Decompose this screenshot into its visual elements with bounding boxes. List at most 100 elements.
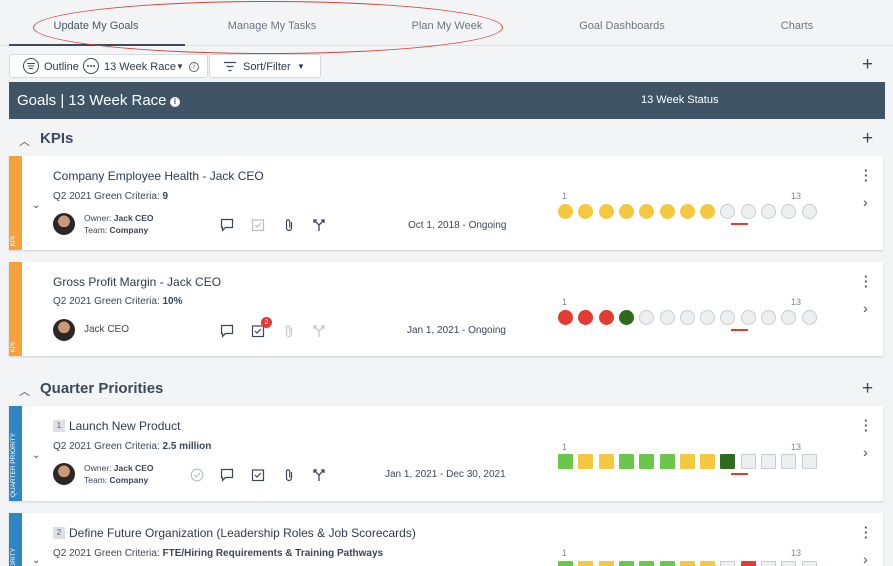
week-status-marker[interactable] xyxy=(639,204,655,219)
week-status-marker[interactable] xyxy=(598,310,614,325)
week-status-marker[interactable] xyxy=(761,310,776,325)
tab-charts[interactable]: Charts xyxy=(741,20,853,32)
task-icon[interactable] xyxy=(251,468,265,482)
align-icon[interactable] xyxy=(312,468,326,482)
week-status-marker[interactable] xyxy=(781,561,797,566)
avatar xyxy=(53,213,75,235)
week-status-marker[interactable] xyxy=(700,561,716,566)
expand-icon[interactable]: ⌄ xyxy=(32,555,40,566)
week-status-marker[interactable] xyxy=(598,454,614,469)
week-status-marker[interactable] xyxy=(558,204,573,219)
week-status-marker[interactable] xyxy=(801,454,817,469)
week-status-marker[interactable] xyxy=(801,310,817,325)
week-status-marker[interactable] xyxy=(781,310,797,325)
attachment-icon[interactable] xyxy=(282,324,296,338)
week-status-marker[interactable] xyxy=(679,561,695,566)
align-icon[interactable] xyxy=(312,324,326,338)
week-status-marker[interactable] xyxy=(679,204,695,219)
goal-title[interactable]: Define Future Organization (Leadership R… xyxy=(69,526,416,540)
more-options-icon[interactable]: · · · xyxy=(864,414,868,437)
view-select[interactable]: 13 Week Race xyxy=(104,61,176,73)
current-week-indicator xyxy=(731,329,748,331)
week-status-marker[interactable] xyxy=(578,310,594,325)
week-status-marker[interactable] xyxy=(659,561,675,566)
week-status-marker[interactable] xyxy=(740,310,756,325)
week-status-marker[interactable] xyxy=(659,454,675,469)
goal-title[interactable]: Launch New Product xyxy=(69,419,180,433)
week-status-marker[interactable] xyxy=(659,310,675,325)
outline-label[interactable]: Outline xyxy=(44,61,79,73)
week-status-marker[interactable] xyxy=(618,454,634,469)
week-status-marker[interactable] xyxy=(639,454,655,469)
week-status-marker[interactable] xyxy=(700,204,716,219)
week-status-marker[interactable] xyxy=(700,454,716,469)
collapse-kpis-icon[interactable]: ︿ xyxy=(19,133,30,149)
week-status-marker[interactable] xyxy=(639,310,655,325)
week-status-marker[interactable] xyxy=(618,204,634,219)
week-range-start: 1 xyxy=(562,442,568,452)
week-status-marker[interactable] xyxy=(578,454,594,469)
week-status-marker[interactable] xyxy=(578,204,594,219)
attachment-icon[interactable] xyxy=(282,218,296,232)
comment-icon[interactable] xyxy=(220,468,234,482)
add-icon[interactable]: + xyxy=(862,54,873,76)
week-status-marker[interactable] xyxy=(761,561,776,566)
week-status-marker[interactable] xyxy=(781,204,797,219)
comment-icon[interactable] xyxy=(220,218,234,232)
week-status-marker[interactable] xyxy=(598,204,614,219)
goal-title[interactable]: Company Employee Health - Jack CEO xyxy=(53,169,264,183)
week-status-marker[interactable] xyxy=(659,204,675,219)
week-status-marker[interactable] xyxy=(578,561,594,566)
expand-icon[interactable]: ⌄ xyxy=(32,450,40,461)
week-status-marker[interactable] xyxy=(801,204,817,219)
add-kpi-icon[interactable]: + xyxy=(862,128,873,150)
week-status-marker[interactable] xyxy=(801,561,817,566)
info-icon[interactable]: i xyxy=(170,97,180,107)
comment-icon[interactable] xyxy=(220,324,234,338)
week-status-marker[interactable] xyxy=(558,454,573,469)
more-options-icon[interactable]: · · · xyxy=(864,270,868,293)
week-status-marker[interactable] xyxy=(720,310,736,325)
attachment-icon[interactable] xyxy=(282,468,296,482)
week-status-marker[interactable] xyxy=(618,561,634,566)
week-status-marker[interactable] xyxy=(740,561,756,566)
week-status-marker[interactable] xyxy=(761,204,776,219)
week-status-marker[interactable] xyxy=(720,204,736,219)
info-icon[interactable]: i xyxy=(189,62,199,72)
week-status-marker[interactable] xyxy=(781,454,797,469)
outline-icon[interactable] xyxy=(23,58,39,74)
highlight-ellipse xyxy=(33,1,503,54)
more-options-icon[interactable]: · · · xyxy=(864,164,868,187)
green-criteria: Q2 2021 Green Criteria: 9 xyxy=(53,191,168,202)
week-status-marker[interactable] xyxy=(618,310,634,325)
collapse-priorities-icon[interactable]: ︿ xyxy=(19,383,30,399)
goal-title[interactable]: Gross Profit Margin - Jack CEO xyxy=(53,275,221,289)
week-status-marker[interactable] xyxy=(558,561,573,566)
chevron-right-icon[interactable]: › xyxy=(863,300,868,316)
week-status-marker[interactable] xyxy=(639,561,655,566)
tab-goal-dashboards[interactable]: Goal Dashboards xyxy=(566,20,678,32)
week-status-marker[interactable] xyxy=(740,454,756,469)
owner-info: Owner: Jack CEO Team: Company xyxy=(84,212,153,236)
week-status-marker[interactable] xyxy=(558,310,573,325)
week-range-start: 1 xyxy=(562,191,568,201)
week-status-marker[interactable] xyxy=(740,204,756,219)
week-status-marker[interactable] xyxy=(720,561,736,566)
expand-icon[interactable]: ⌄ xyxy=(32,200,40,211)
week-status-marker[interactable] xyxy=(598,561,614,566)
chevron-right-icon[interactable]: › xyxy=(863,194,868,210)
week-status-marker[interactable] xyxy=(761,454,776,469)
week-status-marker[interactable] xyxy=(720,454,736,469)
task-icon[interactable] xyxy=(251,218,265,232)
more-options-icon[interactable]: · · · xyxy=(864,521,868,544)
check-circle-icon[interactable] xyxy=(190,468,204,482)
week-status-marker[interactable] xyxy=(679,454,695,469)
chevron-right-icon[interactable]: › xyxy=(863,551,868,566)
week-status-marker[interactable] xyxy=(700,310,716,325)
week-status-marker[interactable] xyxy=(679,310,695,325)
align-icon[interactable] xyxy=(312,218,326,232)
add-priority-icon[interactable]: + xyxy=(862,378,873,400)
chevron-right-icon[interactable]: › xyxy=(863,444,868,460)
chevron-down-icon[interactable]: ▼ xyxy=(176,62,184,71)
sort-filter-button[interactable]: Sort/Filter ▼ xyxy=(209,54,321,78)
